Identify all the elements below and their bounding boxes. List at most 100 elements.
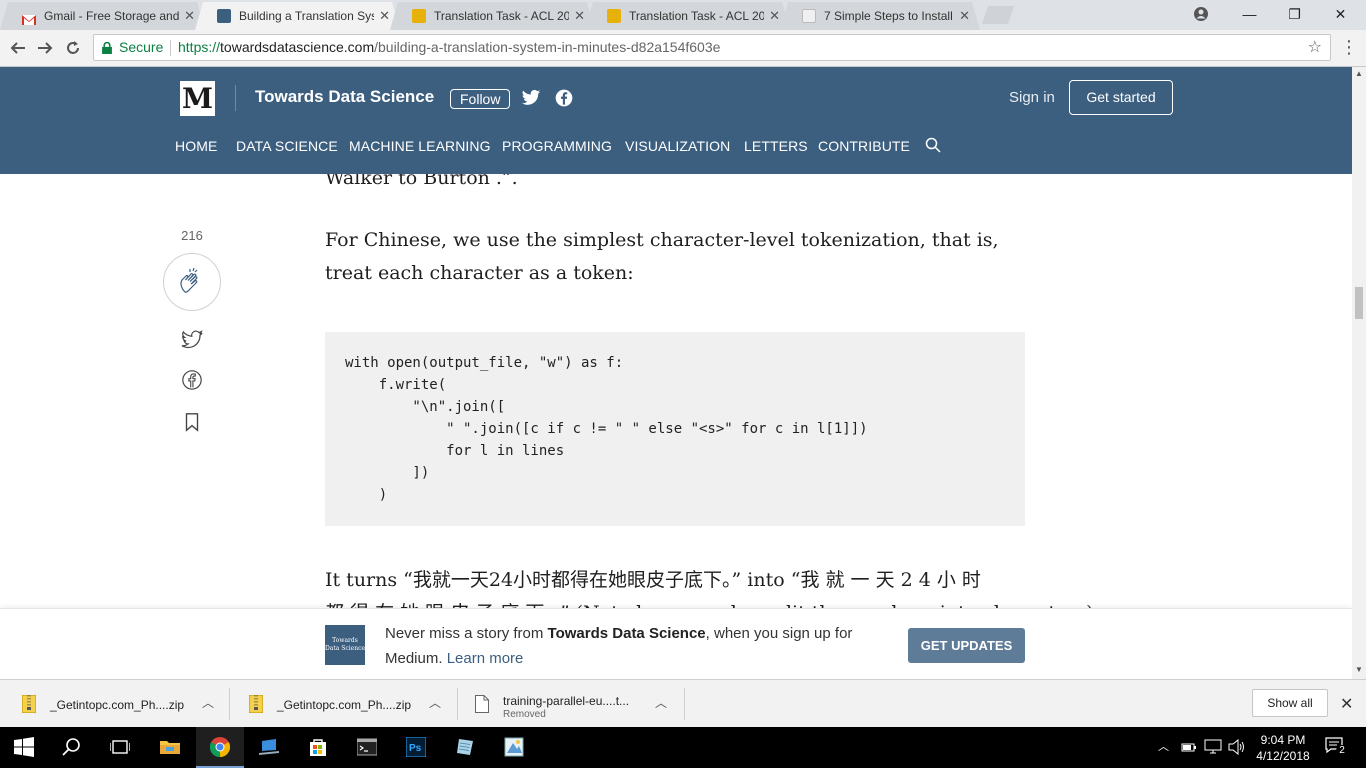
download-item[interactable]: _Getintopc.com_Ph....zip ︿ [249, 680, 449, 728]
back-button[interactable] [6, 36, 30, 60]
bookmark-icon[interactable] [181, 411, 203, 433]
store-button[interactable] [294, 727, 342, 768]
start-button[interactable] [0, 727, 48, 768]
article-paragraph: For Chinese, we use the simplest charact… [325, 229, 999, 284]
publication-name[interactable]: Towards Data Science [255, 87, 434, 107]
bookmark-star-icon[interactable]: ☆ [1308, 35, 1322, 60]
close-icon[interactable]: ✕ [379, 2, 390, 30]
gmail-icon [22, 9, 36, 25]
action-center-button[interactable]: 2 [1325, 737, 1348, 757]
nav-home[interactable]: HOME [175, 138, 217, 154]
url-scheme: https:// [178, 39, 221, 55]
clap-count: 216 [181, 228, 203, 243]
battery-icon[interactable] [1181, 740, 1197, 754]
twitter-icon[interactable] [521, 88, 541, 108]
address-bar[interactable]: Secure https://towardsdatascience.com/bu… [93, 34, 1331, 61]
paint-app-button[interactable] [490, 727, 538, 768]
task-view-button[interactable] [96, 727, 144, 768]
tray-overflow-icon[interactable]: ︿ [1158, 738, 1169, 754]
scroll-up-icon[interactable]: ▲ [1355, 69, 1363, 78]
show-all-button[interactable]: Show all [1252, 689, 1328, 717]
get-updates-button[interactable]: GET UPDATES [908, 628, 1025, 663]
zip-file-icon [249, 695, 263, 713]
scroll-down-icon[interactable]: ▼ [1355, 665, 1363, 674]
nav-contribute[interactable]: CONTRIBUTE [818, 138, 910, 154]
tab-building-translation[interactable]: Building a Translation Sys ✕ [195, 2, 400, 30]
get-started-button[interactable]: Get started [1069, 80, 1173, 115]
close-icon[interactable]: ✕ [959, 2, 970, 30]
learn-more-link[interactable]: Learn more [447, 650, 524, 667]
medium-favicon-icon [217, 9, 231, 23]
nav-data-science[interactable]: DATA SCIENCE [236, 138, 338, 154]
chrome-button[interactable] [196, 727, 244, 768]
facebook-share-icon[interactable] [181, 369, 203, 391]
scrollbar-thumb[interactable] [1355, 287, 1363, 319]
file-explorer-button[interactable] [146, 727, 194, 768]
tab-install-steps[interactable]: 7 Simple Steps to Install ✕ [780, 2, 980, 30]
browser-menu-icon[interactable]: ⋮ [1340, 36, 1358, 60]
clap-button[interactable] [163, 253, 221, 311]
facebook-icon[interactable] [554, 88, 574, 108]
url-path: /building-a-translation-system-in-minute… [374, 39, 721, 55]
notes-app-button[interactable] [441, 727, 489, 768]
search-icon[interactable] [925, 137, 941, 153]
folder-icon [160, 741, 180, 754]
laptop-app-button[interactable] [245, 727, 293, 768]
downloads-bar: _Getintopc.com_Ph....zip ︿ _Getintopc.co… [0, 679, 1366, 728]
windows-taskbar: Ps ︿ 9:04 PM 4/12/2018 2 [0, 727, 1366, 768]
tab-translation-task-1[interactable]: Translation Task - ACL 20 ✕ [390, 2, 595, 30]
search-button[interactable] [48, 727, 96, 768]
nav-programming[interactable]: PROGRAMMING [502, 138, 612, 154]
browser-toolbar: Secure https://towardsdatascience.com/bu… [0, 30, 1366, 67]
close-icon[interactable]: ✕ [574, 2, 585, 30]
download-divider [684, 688, 685, 720]
new-tab-button[interactable] [982, 6, 1014, 24]
reload-button[interactable] [61, 36, 85, 60]
network-icon[interactable] [1204, 739, 1222, 755]
maximize-button[interactable]: ❐ [1272, 0, 1317, 30]
tab-title: Translation Task - ACL 20 [434, 9, 569, 23]
window-close-button[interactable]: ✕ [1318, 0, 1363, 30]
tab-title: Building a Translation Sys [239, 9, 374, 23]
chevron-up-icon[interactable]: ︿ [655, 694, 667, 711]
system-clock[interactable]: 9:04 PM 4/12/2018 [1253, 732, 1313, 764]
volume-icon[interactable] [1228, 739, 1246, 755]
chevron-up-icon[interactable]: ︿ [202, 694, 214, 711]
tab-translation-task-2[interactable]: Translation Task - ACL 20 ✕ [585, 2, 790, 30]
banner-publication-name: Towards Data Science [547, 625, 706, 642]
browser-tab-strip: Gmail - Free Storage and ✕ Building a Tr… [0, 0, 1366, 30]
close-icon[interactable]: ✕ [184, 2, 195, 30]
close-icon[interactable]: ✕ [769, 2, 780, 30]
terminal-icon [357, 738, 377, 756]
photoshop-button[interactable]: Ps [392, 727, 440, 768]
tab-title: Gmail - Free Storage and [44, 9, 179, 23]
download-filename: training-parallel-eu....t... [503, 694, 630, 708]
publication-logo: Towards Data Science [325, 625, 365, 665]
clock-time: 9:04 PM [1260, 733, 1306, 747]
task-view-icon [110, 740, 130, 754]
nav-letters[interactable]: LETTERS [744, 138, 808, 154]
clap-icon [180, 267, 198, 293]
notes-icon [457, 739, 473, 755]
article-body: Walker to Burton .”. For Chinese, we use… [0, 174, 1352, 608]
tab-gmail[interactable]: Gmail - Free Storage and ✕ [0, 2, 205, 30]
download-item[interactable]: training-parallel-eu....t... Removed ︿ [475, 680, 675, 728]
follow-button[interactable]: Follow [450, 89, 511, 109]
chevron-up-icon[interactable]: ︿ [429, 694, 441, 711]
page-scrollbar[interactable]: ▲ ▼ [1352, 67, 1366, 679]
profile-icon[interactable] [1178, 0, 1223, 30]
twitter-share-icon[interactable] [181, 329, 203, 351]
notification-count: 2 [1336, 745, 1348, 757]
forward-button[interactable] [33, 36, 57, 60]
code-text: with open(output_file, "w") as f: f.writ… [345, 355, 868, 503]
close-downloads-icon[interactable]: ✕ [1340, 694, 1353, 714]
address-divider [170, 40, 171, 56]
download-item[interactable]: _Getintopc.com_Ph....zip ︿ [22, 680, 222, 728]
nav-visualization[interactable]: VISUALIZATION [625, 138, 730, 154]
tab-title: Translation Task - ACL 20 [629, 9, 764, 23]
sign-in-link[interactable]: Sign in [1009, 89, 1055, 106]
minimize-button[interactable]: — [1227, 0, 1272, 30]
command-prompt-button[interactable] [343, 727, 391, 768]
nav-machine-learning[interactable]: MACHINE LEARNING [349, 138, 491, 154]
medium-logo[interactable]: M [180, 81, 215, 116]
